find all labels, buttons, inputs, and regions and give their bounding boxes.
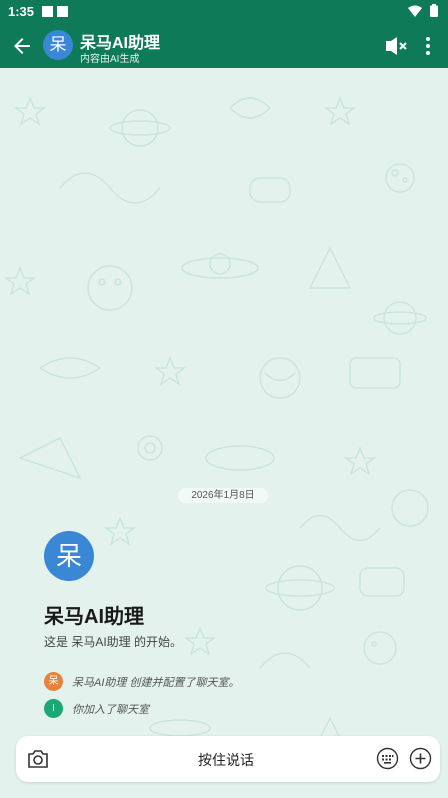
add-icon[interactable] <box>409 747 432 770</box>
volume-mute-icon[interactable] <box>384 34 408 58</box>
room-avatar[interactable]: 呆 <box>44 531 94 581</box>
room-name: 呆马AI助理 <box>44 606 144 628</box>
back-arrow-icon[interactable] <box>10 34 34 58</box>
wifi-icon <box>408 5 422 17</box>
press-to-talk-button[interactable]: 按住说话 <box>166 750 286 770</box>
input-bar: 按住说话 <box>16 736 440 782</box>
camera-icon[interactable] <box>26 748 50 770</box>
chat-avatar[interactable]: 呆 <box>43 30 73 60</box>
event-text: 你加入了聊天室 <box>72 703 149 716</box>
status-time: 1:35 <box>8 4 35 19</box>
date-separator: 2026年1月8日 <box>178 488 268 503</box>
event-text: 呆马AI助理 创建并配置了聊天室。 <box>72 676 240 689</box>
system-event: I 你加入了聊天室 <box>44 699 149 718</box>
chat-subtitle: 内容由AI生成 <box>80 54 140 65</box>
event-avatar[interactable]: I <box>44 699 63 718</box>
notification-icon <box>57 6 68 17</box>
battery-icon <box>430 4 438 17</box>
event-avatar[interactable]: 呆 <box>44 672 63 691</box>
chat-area[interactable]: 2026年1月8日 呆 呆马AI助理 这是 呆马AI助理 的开始。 呆 呆马AI… <box>0 68 448 798</box>
notification-icon <box>42 6 53 17</box>
status-bar: 1:35 <box>0 0 448 24</box>
app-bar: 呆 呆马AI助理 内容由AI生成 <box>0 24 448 68</box>
keyboard-icon[interactable] <box>376 747 399 770</box>
more-options-icon[interactable] <box>420 34 436 58</box>
room-intro: 这是 呆马AI助理 的开始。 <box>44 635 183 649</box>
system-event: 呆 呆马AI助理 创建并配置了聊天室。 <box>44 672 239 691</box>
